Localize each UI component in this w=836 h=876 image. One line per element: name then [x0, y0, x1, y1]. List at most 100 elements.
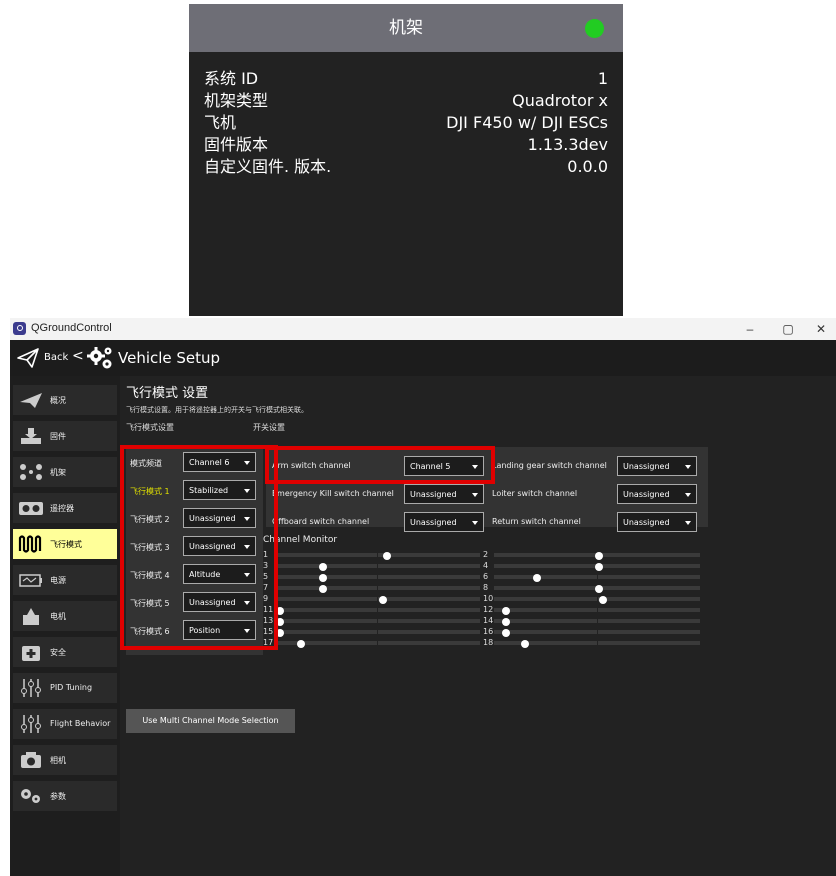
camera-icon — [21, 752, 41, 768]
maximize-button[interactable]: ▢ — [773, 319, 803, 339]
channel-number: 8 — [483, 583, 489, 592]
channel-row: 5 — [263, 572, 483, 582]
info-row: 固件版本 1.13.3dev — [204, 134, 608, 156]
sidebar-item-label: 参数 — [50, 792, 66, 801]
channel-number: 16 — [483, 627, 494, 636]
app-window: QGroundControl – ▢ ✕ Back < Vehicle Setu… — [10, 318, 836, 876]
info-label: 固件版本 — [204, 135, 269, 154]
channel-row: 11 — [263, 605, 483, 615]
channel-value-indicator — [319, 574, 328, 582]
channel-value-indicator — [599, 596, 608, 604]
channel-center-mark — [377, 596, 378, 602]
info-row: 系统 ID 1 — [204, 68, 608, 90]
return-switch-select[interactable]: Unassigned — [617, 512, 697, 532]
channel-center-mark — [377, 607, 378, 613]
channel-value-indicator — [379, 596, 388, 604]
channel-row: 4 — [483, 561, 703, 571]
channel-value-indicator — [296, 640, 305, 648]
channel-center-mark — [377, 552, 378, 558]
channel-value-indicator — [502, 629, 511, 637]
card-header: 机架 — [189, 4, 623, 52]
landing-gear-switch-select[interactable]: Unassigned — [617, 456, 697, 476]
channel-track — [494, 640, 700, 648]
channel-value-indicator — [383, 552, 392, 560]
battery-icon — [19, 574, 42, 587]
channel-row: 9 — [263, 594, 483, 604]
channel-value-indicator — [595, 552, 604, 560]
sidebar-item-pid-tuning[interactable]: PID Tuning — [13, 673, 117, 703]
channel-track — [494, 552, 700, 560]
sidebar-item-flight-modes[interactable]: 飞行模式 — [13, 529, 117, 559]
sidebar-item-flight-behavior[interactable]: Flight Behavior — [13, 709, 117, 739]
channel-row: 18 — [483, 638, 703, 648]
airframe-icon — [20, 464, 42, 480]
sidebar-item-airframe[interactable]: 机架 — [13, 457, 117, 487]
channel-track — [274, 596, 480, 604]
vehicle-info-card: 机架 系统 ID 1 机架类型 Quadrotor x 飞机 DJI F450 w/ … — [189, 4, 623, 316]
close-button[interactable]: ✕ — [806, 319, 836, 339]
loiter-switch-select[interactable]: Unassigned — [617, 484, 697, 504]
sidebar-item-label: 电机 — [50, 612, 66, 621]
channel-number: 2 — [483, 550, 489, 559]
channel-center-mark — [597, 640, 598, 646]
channel-value-indicator — [502, 618, 511, 626]
minimize-button[interactable]: – — [735, 319, 765, 339]
sidebar-item-label: 安全 — [50, 648, 66, 657]
channel-row: 1 — [263, 550, 483, 560]
channel-row: 10 — [483, 594, 703, 604]
paper-plane-icon[interactable] — [16, 346, 40, 370]
sidebar-item-summary[interactable]: 概况 — [13, 385, 117, 415]
motor-icon — [23, 608, 39, 625]
sidebar-item-label: 飞行模式 — [50, 540, 82, 549]
toolbar: Back < Vehicle Setup — [10, 340, 836, 376]
flight-modes-highlight-box — [120, 445, 278, 650]
offboard-switch-select[interactable]: Unassigned — [404, 512, 484, 532]
channel-row: 14 — [483, 616, 703, 626]
kill-switch-select[interactable]: Unassigned — [404, 484, 484, 504]
parameters-icon — [21, 789, 40, 803]
sidebar-item-firmware[interactable]: 固件 — [13, 421, 117, 451]
app-logo-icon — [13, 322, 26, 335]
info-value: DJI F450 w/ DJI ESCs — [446, 113, 608, 132]
sidebar-item-label: 相机 — [50, 756, 66, 765]
channel-track — [494, 607, 700, 615]
channel-center-mark — [377, 563, 378, 569]
sidebar-item-camera[interactable]: 相机 — [13, 745, 117, 775]
channel-track — [494, 563, 700, 571]
breadcrumb-separator: < — [72, 348, 84, 364]
sidebar-item-safety[interactable]: 安全 — [13, 637, 117, 667]
info-list: 系统 ID 1 机架类型 Quadrotor x 飞机 DJI F450 w/ DJI… — [204, 68, 608, 178]
plane-icon — [20, 393, 42, 408]
channel-number: 14 — [483, 616, 494, 625]
channel-track — [274, 574, 480, 582]
sidebar-item-label: 机架 — [50, 468, 66, 477]
multi-channel-mode-button[interactable]: Use Multi Channel Mode Selection — [126, 709, 295, 733]
card-title: 机架 — [389, 18, 423, 38]
channel-row: 6 — [483, 572, 703, 582]
sidebar-item-motors[interactable]: 电机 — [13, 601, 117, 631]
arm-switch-highlight-box — [265, 446, 495, 484]
back-button[interactable]: Back — [44, 352, 68, 363]
switches-header: 开关设置 — [253, 423, 285, 432]
gears-icon — [87, 347, 112, 369]
channel-center-mark — [377, 574, 378, 580]
channel-row: 3 — [263, 561, 483, 571]
sidebar-item-radio[interactable]: 遥控器 — [13, 493, 117, 523]
channel-value-indicator — [533, 574, 542, 582]
sidebar-item-label: 固件 — [50, 432, 66, 441]
switch-label: Emergency Kill switch channel — [272, 489, 394, 498]
channel-number: 6 — [483, 572, 489, 581]
page-title: Vehicle Setup — [118, 349, 221, 367]
sidebar-item-parameters[interactable]: 参数 — [13, 781, 117, 811]
sidebar-item-power[interactable]: 电源 — [13, 565, 117, 595]
switch-label: Offboard switch channel — [272, 517, 370, 526]
switch-label: Return switch channel — [492, 517, 581, 526]
window-titlebar: QGroundControl – ▢ ✕ — [10, 318, 836, 340]
channel-row: 12 — [483, 605, 703, 615]
window-title: QGroundControl — [31, 322, 112, 334]
switch-label: Landing gear switch channel — [492, 461, 607, 470]
channel-row: 16 — [483, 627, 703, 637]
channel-row: 2 — [483, 550, 703, 560]
channel-value-indicator — [502, 607, 511, 615]
info-label: 系统 ID — [204, 69, 259, 88]
